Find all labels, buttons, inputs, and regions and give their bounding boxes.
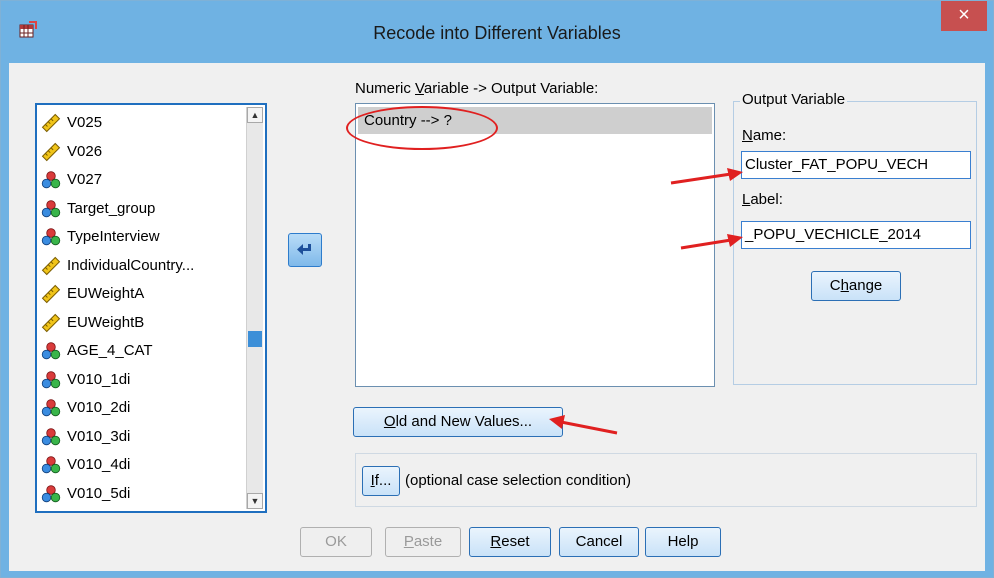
- nominal-icon: [41, 171, 61, 189]
- variable-list-item[interactable]: V025: [41, 111, 102, 135]
- scroll-up-button[interactable]: ▲: [247, 107, 263, 123]
- move-arrow-icon: [297, 244, 311, 255]
- close-button[interactable]: ×: [941, 1, 987, 31]
- variable-name: V010_1di: [67, 370, 131, 388]
- old-and-new-values-button[interactable]: Old and New Values...: [353, 407, 563, 437]
- paste-button[interactable]: Paste: [385, 527, 461, 557]
- variable-name: V010_5di: [67, 484, 131, 502]
- variable-name: EUWeightB: [67, 313, 145, 331]
- variable-name: V010_2di: [67, 399, 131, 416]
- variable-list-item[interactable]: AGE_4_CAT: [41, 339, 153, 363]
- annotation-ellipse: [346, 106, 498, 150]
- variable-name: V027: [67, 171, 103, 188]
- variable-name: TypeInterview: [67, 228, 160, 245]
- output-name-field[interactable]: Cluster_FAT_POPU_VECH: [741, 151, 971, 179]
- scroll-down-button[interactable]: ▼: [247, 493, 263, 509]
- output-variable-group-title: Output Variable: [740, 91, 848, 108]
- source-variable-list[interactable]: ▲ ▼ V025 V026 V027 Target_group TypeIntervie…: [35, 103, 267, 513]
- variable-list-scrollbar[interactable]: ▲ ▼: [246, 107, 263, 509]
- scale-ruler-icon: [41, 142, 61, 161]
- nominal-icon: [41, 342, 61, 360]
- variable-list-item[interactable]: V026: [41, 140, 102, 164]
- nominal-icon: [41, 370, 61, 388]
- label-label: Label:: [742, 191, 783, 208]
- variable-list-item[interactable]: TypeInterview: [41, 225, 160, 249]
- nominal-icon: [41, 228, 61, 246]
- variable-list-item[interactable]: V010_5di: [41, 482, 130, 506]
- cancel-button[interactable]: Cancel: [559, 527, 639, 557]
- variable-name: V025: [67, 114, 103, 131]
- annotation-arrow-label: [680, 234, 743, 250]
- scale-ruler-icon: [41, 256, 61, 275]
- variable-name: Target_group: [67, 199, 156, 217]
- variable-list-item[interactable]: V010_3di: [41, 425, 130, 449]
- variable-list-item[interactable]: V010_2di: [41, 396, 130, 420]
- variable-name: V010_4di: [67, 456, 131, 473]
- variable-list-item[interactable]: Target_group: [41, 197, 155, 221]
- change-button[interactable]: Change: [811, 271, 901, 301]
- variable-name: EUWeightA: [67, 285, 145, 302]
- scale-ruler-icon: [41, 313, 61, 332]
- if-description: (optional case selection condition): [405, 472, 631, 489]
- variable-list-item[interactable]: V027: [41, 168, 102, 192]
- scale-ruler-icon: [41, 113, 61, 133]
- variable-name: AGE_4_CAT: [67, 342, 153, 359]
- name-label: Name:: [742, 127, 787, 144]
- variable-name: V026: [67, 142, 103, 160]
- variable-name: V010_3di: [67, 427, 131, 445]
- variable-list-item[interactable]: V010_4di: [41, 453, 130, 477]
- annotation-arrow-name: [670, 168, 743, 185]
- title-bar[interactable]: Recode into Different Variables ×: [1, 1, 993, 63]
- if-button[interactable]: If...: [362, 466, 400, 496]
- reset-button[interactable]: Reset: [469, 527, 551, 557]
- annotation-arrow-old-new: [549, 415, 618, 435]
- nominal-icon: [41, 427, 61, 445]
- nominal-icon: [41, 484, 61, 502]
- variable-list-item[interactable]: EUWeightB: [41, 311, 144, 335]
- output-label-field[interactable]: _POPU_VECHICLE_2014: [741, 221, 971, 249]
- scroll-thumb[interactable]: [248, 331, 262, 347]
- nominal-icon: [41, 199, 61, 217]
- dialog-body: ▲ ▼ V025 V026 V027 Target_group TypeIntervie…: [9, 63, 985, 571]
- ok-button[interactable]: OK: [300, 527, 372, 557]
- dialog-window: Recode into Different Variables × ▲ ▼ V0…: [0, 0, 994, 578]
- variable-list-item[interactable]: IndividualCountry...: [41, 254, 194, 278]
- mapping-list-label: Numeric Variable -> Output Variable:: [355, 80, 599, 97]
- variable-list-item[interactable]: V010_1di: [41, 368, 130, 392]
- window-title: Recode into Different Variables: [373, 23, 621, 43]
- variable-list-item[interactable]: EUWeightA: [41, 282, 144, 306]
- scale-ruler-icon: [41, 284, 61, 304]
- variable-name: IndividualCountry...: [67, 256, 195, 274]
- nominal-icon: [41, 456, 61, 474]
- help-button[interactable]: Help: [645, 527, 721, 557]
- nominal-icon: [41, 399, 61, 417]
- move-variable-button[interactable]: [288, 233, 322, 267]
